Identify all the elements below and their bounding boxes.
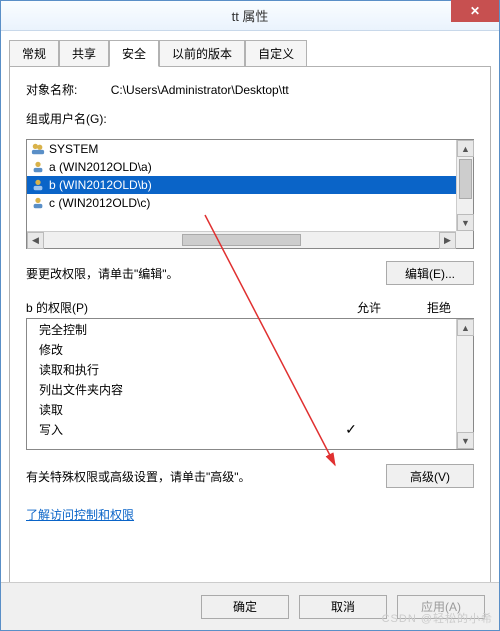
permission-row: 读取和执行: [27, 359, 456, 379]
users-icon: [31, 142, 45, 156]
vertical-scrollbar[interactable]: ▲ ▼: [456, 140, 473, 231]
object-name-label: 对象名称:: [26, 81, 77, 98]
help-link[interactable]: 了解访问控制和权限: [26, 506, 134, 523]
permission-name: 读取: [27, 401, 316, 418]
tab-general[interactable]: 常规: [9, 40, 59, 67]
advanced-hint: 有关特殊权限或高级设置，请单击"高级"。: [26, 468, 376, 485]
user-icon: [31, 178, 45, 192]
list-item[interactable]: b (WIN2012OLD\b): [27, 176, 473, 194]
permission-name: 读取和执行: [27, 361, 316, 378]
list-item-label: a (WIN2012OLD\a): [49, 158, 152, 176]
tab-security[interactable]: 安全: [109, 40, 159, 67]
edit-hint: 要更改权限，请单击"编辑"。: [26, 265, 376, 282]
object-row: 对象名称: C:\Users\Administrator\Desktop\tt: [26, 81, 474, 98]
horizontal-scrollbar[interactable]: ◀ ▶: [27, 231, 456, 248]
group-users-label: 组或用户名(G):: [26, 112, 107, 126]
tab-previous-versions[interactable]: 以前的版本: [159, 40, 245, 67]
scroll-down-icon[interactable]: ▼: [457, 214, 474, 231]
list-item-label: b (WIN2012OLD\b): [49, 176, 152, 194]
permission-row: 写入✓: [27, 419, 456, 439]
titlebar: tt 属性 ✕: [1, 1, 499, 31]
user-icon: [31, 160, 45, 174]
list-item-label: SYSTEM: [49, 140, 98, 158]
list-item[interactable]: c (WIN2012OLD\c): [27, 194, 473, 212]
group-label-row: 组或用户名(G):: [26, 110, 474, 127]
list-item[interactable]: a (WIN2012OLD\a): [27, 158, 473, 176]
scroll-up-icon[interactable]: ▲: [457, 140, 474, 157]
permission-name: 写入: [27, 421, 316, 438]
close-icon: ✕: [470, 4, 480, 18]
advanced-row: 有关特殊权限或高级设置，请单击"高级"。 高级(V): [26, 464, 474, 488]
deny-label: 拒绝: [404, 299, 474, 316]
permissions-for-label: b 的权限(P): [26, 299, 334, 316]
tab-customize[interactable]: 自定义: [245, 40, 307, 67]
allow-label: 允许: [334, 299, 404, 316]
user-icon: [31, 196, 45, 210]
security-panel: 对象名称: C:\Users\Administrator\Desktop\tt …: [9, 66, 491, 592]
permission-name: 列出文件夹内容: [27, 381, 316, 398]
scroll-thumb[interactable]: [459, 159, 472, 199]
permission-row: 完全控制: [27, 319, 456, 339]
edit-hint-row: 要更改权限，请单击"编辑"。 编辑(E)...: [26, 261, 474, 285]
advanced-button[interactable]: 高级(V): [386, 464, 474, 488]
close-button[interactable]: ✕: [451, 0, 499, 22]
principals-list-inner: SYSTEM a (WIN2012OLD\a) b (WIN2012OLD\b)…: [27, 140, 473, 232]
object-path: C:\Users\Administrator\Desktop\tt: [111, 83, 289, 97]
window-title: tt 属性: [1, 6, 499, 25]
ok-button[interactable]: 确定: [201, 595, 289, 619]
properties-window: tt 属性 ✕ 常规 共享 安全 以前的版本 自定义 对象名称: C:\User…: [0, 0, 500, 631]
scroll-down-icon[interactable]: ▼: [457, 432, 474, 449]
permissions-header: b 的权限(P) 允许 拒绝: [26, 299, 474, 316]
tab-strip: 常规 共享 安全 以前的版本 自定义: [1, 31, 499, 66]
permissions-listbox[interactable]: 完全控制 修改 读取和执行 列出文件夹内容 读取 写入✓ ▲ ▼: [26, 318, 474, 450]
permission-name: 修改: [27, 341, 316, 358]
permission-row: 读取: [27, 399, 456, 419]
scroll-corner: [456, 231, 473, 248]
permissions-inner: 完全控制 修改 读取和执行 列出文件夹内容 读取 写入✓: [27, 319, 456, 449]
list-item[interactable]: SYSTEM: [27, 140, 473, 158]
allow-check-icon: ✓: [316, 421, 386, 438]
scroll-right-icon[interactable]: ▶: [439, 232, 456, 249]
list-item-label: c (WIN2012OLD\c): [49, 194, 150, 212]
watermark: CSDN @轻松的小希: [382, 610, 493, 626]
tab-sharing[interactable]: 共享: [59, 40, 109, 67]
permission-row: 修改: [27, 339, 456, 359]
permission-row: 列出文件夹内容: [27, 379, 456, 399]
cancel-button[interactable]: 取消: [299, 595, 387, 619]
vertical-scrollbar[interactable]: ▲ ▼: [456, 319, 473, 449]
principals-listbox[interactable]: SYSTEM a (WIN2012OLD\a) b (WIN2012OLD\b)…: [26, 139, 474, 249]
permission-name: 完全控制: [27, 321, 316, 338]
scroll-left-icon[interactable]: ◀: [27, 232, 44, 249]
edit-button[interactable]: 编辑(E)...: [386, 261, 474, 285]
scroll-thumb[interactable]: [182, 234, 301, 246]
scroll-up-icon[interactable]: ▲: [457, 319, 474, 336]
